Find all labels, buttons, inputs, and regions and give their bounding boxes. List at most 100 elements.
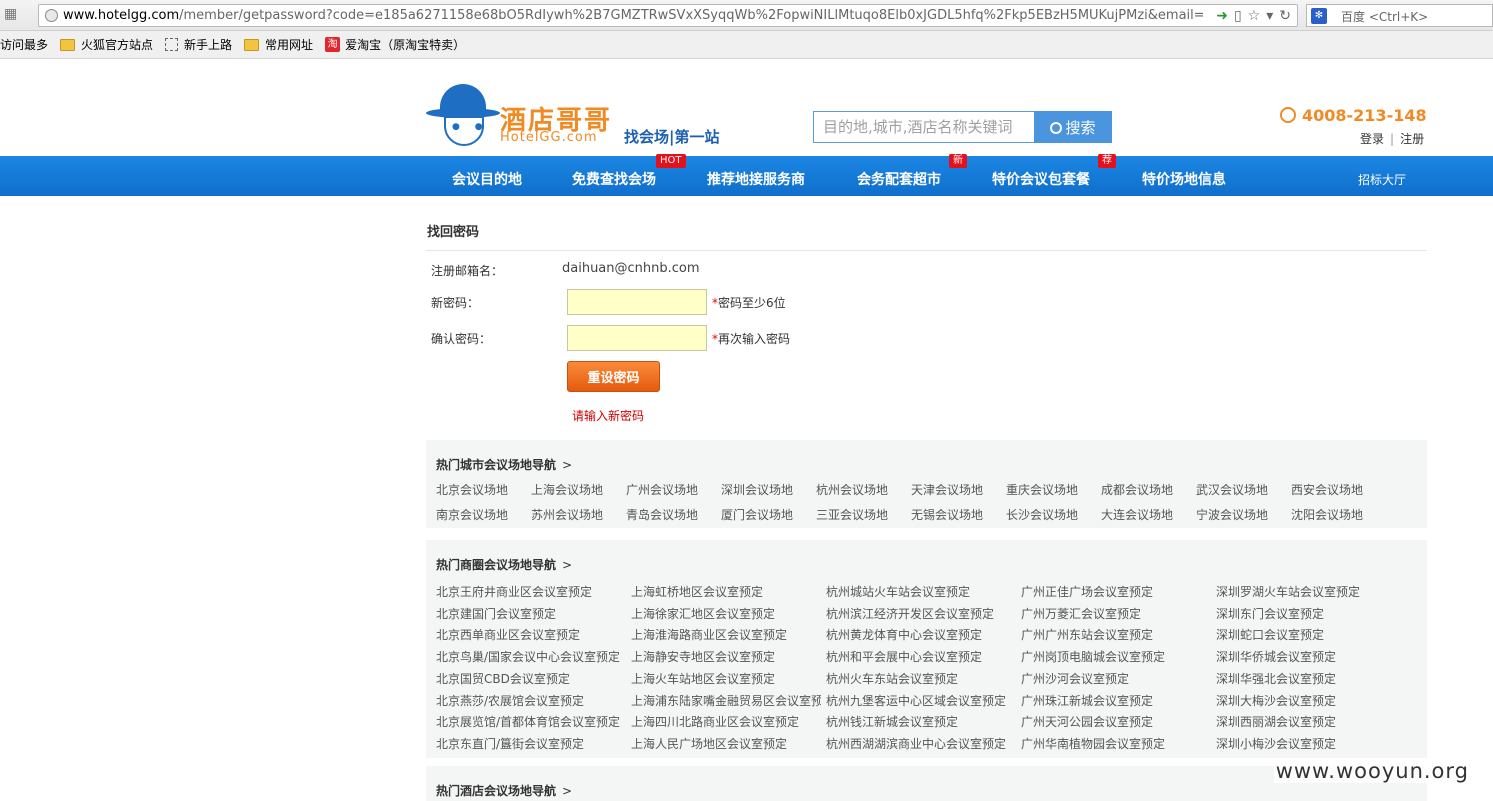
- district-link[interactable]: 深圳小梅沙会议室预定: [1216, 735, 1336, 752]
- bookmark-star-icon[interactable]: ☆: [1248, 8, 1261, 24]
- district-link[interactable]: 杭州钱江新城会议室预定: [826, 713, 958, 730]
- mobile-icon[interactable]: ▯: [1234, 8, 1242, 24]
- district-link[interactable]: 广州广州东站会议室预定: [1021, 626, 1153, 643]
- city-link[interactable]: 长沙会议场地: [1006, 506, 1078, 523]
- sidebar-toggle-icon[interactable]: ▦: [4, 6, 32, 24]
- district-link[interactable]: 上海浦东陆家嘴金融贸易区会议室预定: [631, 692, 821, 709]
- district-link[interactable]: 深圳蛇口会议室预定: [1216, 626, 1324, 643]
- reset-password-button[interactable]: 重设密码: [567, 361, 660, 392]
- confirm-password-input[interactable]: [567, 325, 707, 351]
- bookmark-common-sites[interactable]: 常用网址: [244, 36, 313, 53]
- main-nav: 会议目的地 免费查找会场 HOT 推荐地接服务商 会务配套超市新 特价会议包套餐荐…: [0, 154, 1493, 196]
- nav-bidding-hall[interactable]: 招标大厅: [1358, 156, 1406, 204]
- city-link[interactable]: 上海会议场地: [531, 481, 603, 498]
- browser-search-box[interactable]: ✻ 百度 <Ctrl+K>: [1306, 4, 1493, 27]
- new-badge: 新: [949, 154, 967, 168]
- site-logo[interactable]: ● ● 酒店哥哥 HotelGG.com 找会场|第一站: [426, 84, 766, 152]
- district-link[interactable]: 上海静安寺地区会议室预定: [631, 648, 775, 665]
- district-link[interactable]: 上海四川北路商业区会议室预定: [631, 713, 799, 730]
- city-link[interactable]: 无锡会议场地: [911, 506, 983, 523]
- district-link[interactable]: 广州沙河会议室预定: [1021, 670, 1129, 687]
- city-link[interactable]: 青岛会议场地: [626, 506, 698, 523]
- district-link[interactable]: 北京西单商业区会议室预定: [436, 626, 580, 643]
- site-search-input[interactable]: [813, 111, 1035, 143]
- district-link[interactable]: 上海徐家汇地区会议室预定: [631, 605, 775, 622]
- district-link[interactable]: 杭州城站火车站会议室预定: [826, 583, 970, 600]
- district-link[interactable]: 北京国贸CBD会议室预定: [436, 670, 570, 687]
- nav-item-local-services[interactable]: 推荐地接服务商: [707, 156, 805, 196]
- district-nav-title[interactable]: 热门商圈会议场地导航 >: [436, 556, 572, 573]
- district-link[interactable]: 上海人民广场地区会议室预定: [631, 735, 787, 752]
- city-link[interactable]: 宁波会议场地: [1196, 506, 1268, 523]
- hotel-nav-title[interactable]: 热门酒店会议场地导航 >: [436, 782, 572, 799]
- site-identity-icon[interactable]: [45, 9, 58, 22]
- district-link[interactable]: 上海淮海路商业区会议室预定: [631, 626, 787, 643]
- reload-icon[interactable]: ↻: [1279, 8, 1291, 24]
- district-link[interactable]: 上海虹桥地区会议室预定: [631, 583, 763, 600]
- go-arrow-icon[interactable]: ➜: [1216, 8, 1228, 24]
- browser-search-placeholder[interactable]: 百度 <Ctrl+K>: [1341, 8, 1428, 25]
- dropdown-arrow-icon[interactable]: ▾: [1266, 8, 1273, 24]
- address-bar[interactable]: www.hotelgg.com/member/getpassword?code=…: [38, 4, 1298, 27]
- district-link[interactable]: 北京建国门会议室预定: [436, 605, 556, 622]
- city-link[interactable]: 重庆会议场地: [1006, 481, 1078, 498]
- city-nav-title[interactable]: 热门城市会议场地导航 >: [436, 456, 572, 473]
- district-link[interactable]: 广州天河公园会议室预定: [1021, 713, 1153, 730]
- address-text[interactable]: www.hotelgg.com/member/getpassword?code=…: [63, 8, 1203, 23]
- bookmark-firefox-site[interactable]: 火狐官方站点: [60, 36, 153, 53]
- district-link[interactable]: 杭州和平会展中心会议室预定: [826, 648, 982, 665]
- bookmark-most-visited[interactable]: 访问最多: [0, 36, 48, 53]
- city-link[interactable]: 武汉会议场地: [1196, 481, 1268, 498]
- city-link[interactable]: 三亚会议场地: [816, 506, 888, 523]
- nav-item-destinations[interactable]: 会议目的地: [452, 156, 522, 196]
- district-link[interactable]: 广州正佳广场会议室预定: [1021, 583, 1153, 600]
- baidu-paw-icon[interactable]: ✻: [1311, 8, 1327, 24]
- city-link[interactable]: 深圳会议场地: [721, 481, 793, 498]
- site-search-button[interactable]: 搜索: [1034, 111, 1112, 143]
- nav-item-packages[interactable]: 特价会议包套餐荐: [992, 154, 1116, 196]
- city-link[interactable]: 西安会议场地: [1291, 481, 1363, 498]
- district-link[interactable]: 杭州火车东站会议室预定: [826, 670, 958, 687]
- login-link[interactable]: 登录: [1360, 132, 1384, 146]
- district-link[interactable]: 广州珠江新城会议室预定: [1021, 692, 1153, 709]
- district-link[interactable]: 广州岗顶电脑城会议室预定: [1021, 648, 1165, 665]
- district-link[interactable]: 广州华南植物园会议室预定: [1021, 735, 1165, 752]
- district-link[interactable]: 杭州滨江经济开发区会议室预定: [826, 605, 994, 622]
- district-link[interactable]: 深圳东门会议室预定: [1216, 605, 1324, 622]
- city-link[interactable]: 厦门会议场地: [721, 506, 793, 523]
- bookmark-getting-started[interactable]: 新手上路: [165, 36, 232, 53]
- city-link[interactable]: 北京会议场地: [436, 481, 508, 498]
- city-link[interactable]: 成都会议场地: [1101, 481, 1173, 498]
- district-link[interactable]: 广州万菱汇会议室预定: [1021, 605, 1141, 622]
- city-link[interactable]: 广州会议场地: [626, 481, 698, 498]
- district-link[interactable]: 北京王府井商业区会议室预定: [436, 583, 592, 600]
- hot-badge: HOT: [656, 154, 686, 168]
- hotline: 4008-213-148: [1280, 106, 1427, 125]
- city-link[interactable]: 杭州会议场地: [816, 481, 888, 498]
- city-link[interactable]: 沈阳会议场地: [1291, 506, 1363, 523]
- city-link[interactable]: 苏州会议场地: [531, 506, 603, 523]
- city-link[interactable]: 大连会议场地: [1101, 506, 1173, 523]
- district-link[interactable]: 北京燕莎/农展馆会议室预定: [436, 692, 584, 709]
- new-password-input[interactable]: [567, 289, 707, 315]
- district-link[interactable]: 杭州九堡客运中心区域会议室预定: [826, 692, 1006, 709]
- nav-item-find-venue[interactable]: 免费查找会场 HOT: [572, 154, 686, 196]
- district-link[interactable]: 上海火车站地区会议室预定: [631, 670, 775, 687]
- district-link[interactable]: 北京展览馆/首都体育馆会议室预定: [436, 713, 620, 730]
- register-link[interactable]: 注册: [1400, 132, 1424, 146]
- district-link[interactable]: 深圳西丽湖会议室预定: [1216, 713, 1336, 730]
- bookmark-ai-taobao[interactable]: 淘爱淘宝（原淘宝特卖）: [325, 36, 465, 53]
- district-link[interactable]: 深圳大梅沙会议室预定: [1216, 692, 1336, 709]
- district-link[interactable]: 杭州西湖湖滨商业中心会议室预定: [826, 735, 1006, 752]
- nav-item-supermarket[interactable]: 会务配套超市新: [857, 154, 967, 196]
- district-link[interactable]: 深圳罗湖火车站会议室预定: [1216, 583, 1360, 600]
- district-link[interactable]: 深圳华强北会议室预定: [1216, 670, 1336, 687]
- district-link[interactable]: 深圳华侨城会议室预定: [1216, 648, 1336, 665]
- nav-item-special-venues[interactable]: 特价场地信息: [1142, 156, 1226, 196]
- city-link[interactable]: 天津会议场地: [911, 481, 983, 498]
- browser-toolbar: ▦ www.hotelgg.com/member/getpassword?cod…: [0, 0, 1493, 31]
- district-link[interactable]: 杭州黄龙体育中心会议室预定: [826, 626, 982, 643]
- district-link[interactable]: 北京东直门/簋街会议室预定: [436, 735, 584, 752]
- district-link[interactable]: 北京鸟巢/国家会议中心会议室预定: [436, 648, 620, 665]
- city-link[interactable]: 南京会议场地: [436, 506, 508, 523]
